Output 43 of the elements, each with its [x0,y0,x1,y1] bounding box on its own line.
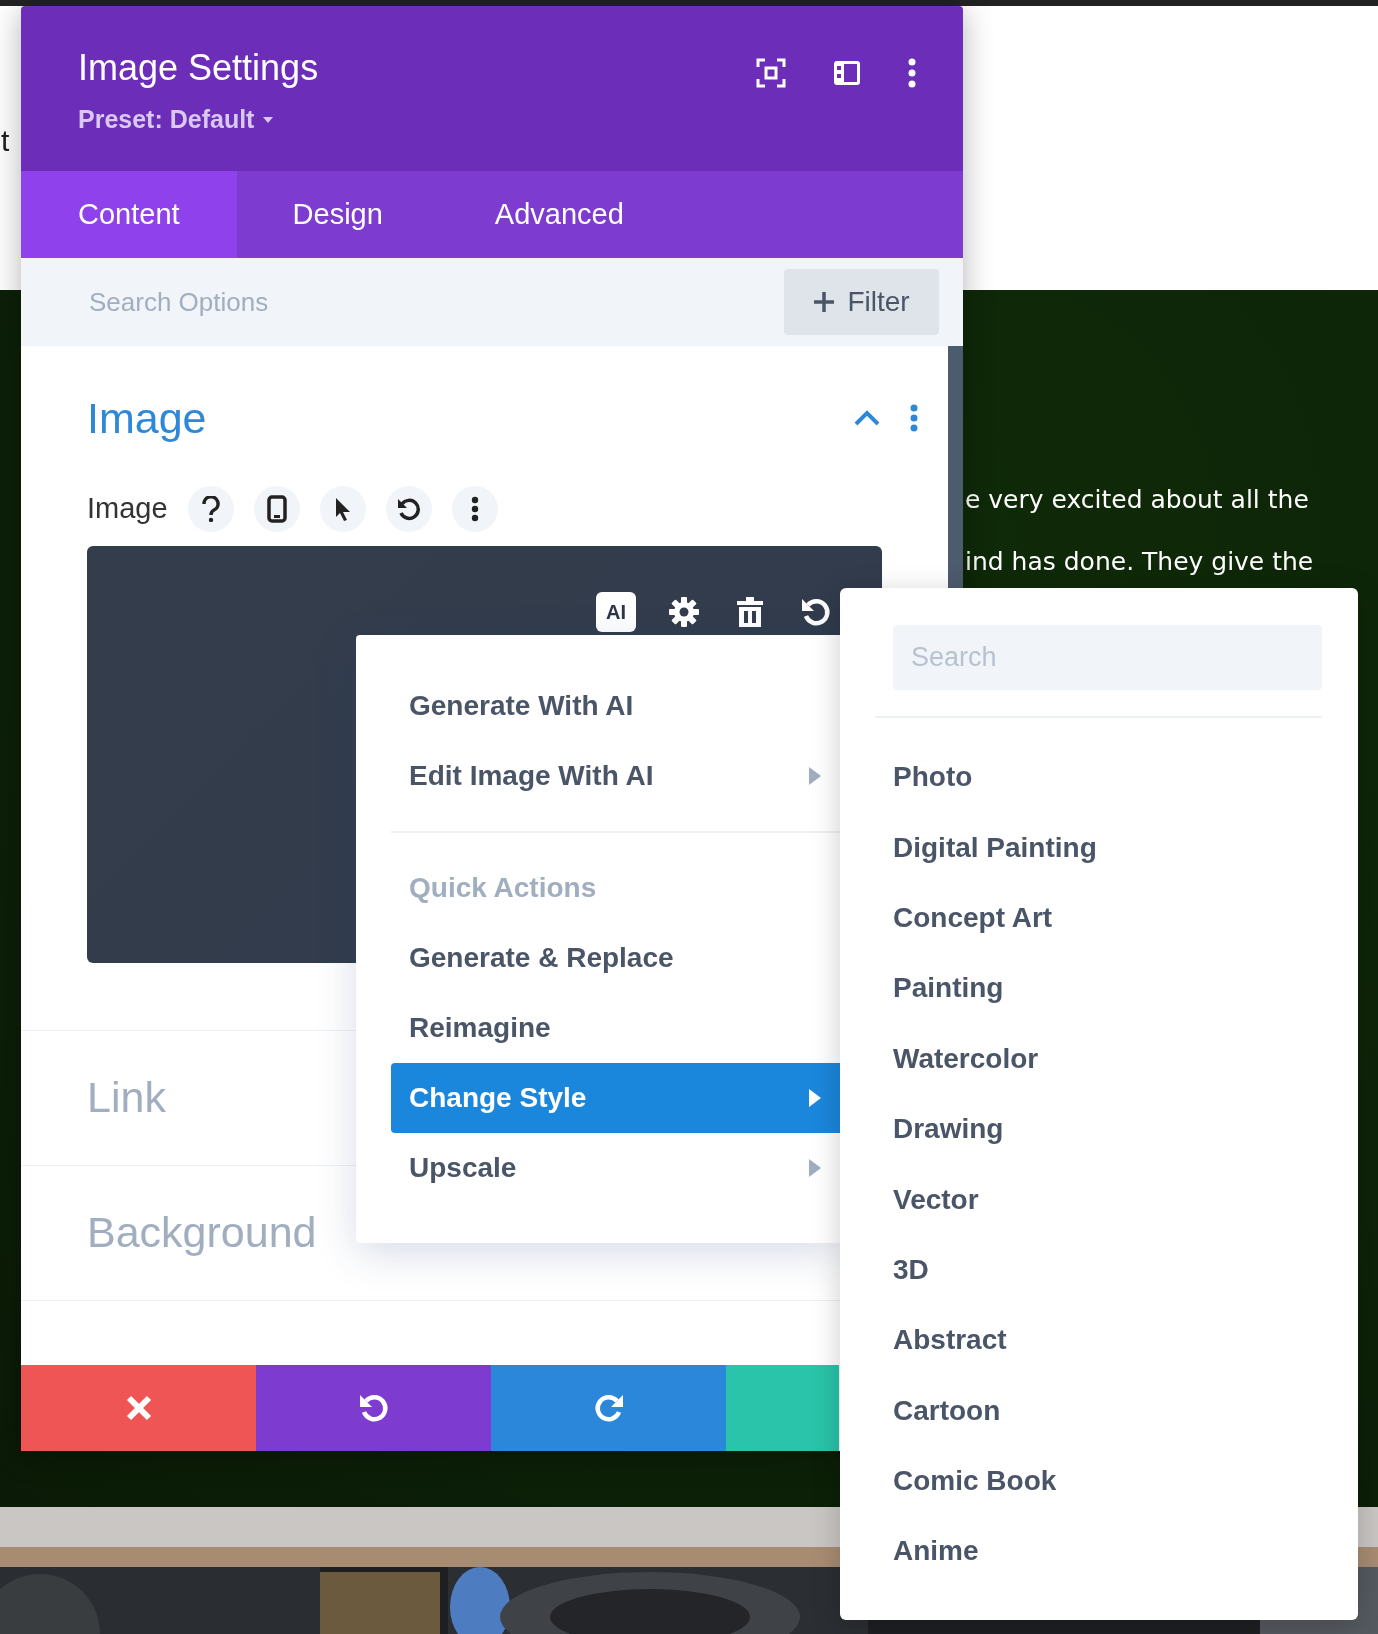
caret-icon [262,115,275,124]
field-label: Image [87,490,168,526]
menu-item[interactable]: 3D [893,1234,1322,1306]
preset-dropdown[interactable]: Preset: Default [78,101,319,139]
menu-item[interactable]: Vector [893,1164,1322,1235]
tab[interactable]: Design [236,171,439,258]
plus-icon [813,291,836,313]
menu-item[interactable]: Photo [893,742,1322,813]
menu-item[interactable]: Digital Painting [893,812,1322,883]
text-fragment: t [1,126,10,156]
ai-button[interactable]: AI [596,591,636,632]
menu-item[interactable]: Upscale [391,1133,840,1203]
menu-item[interactable]: Change Style [391,1063,840,1133]
menu-item[interactable]: Cartoon [893,1375,1322,1446]
tab[interactable]: Content [21,171,237,258]
search-field[interactable]: Search Options [87,281,487,323]
sidebar-layout-icon[interactable] [832,58,862,88]
menu-item[interactable]: Watercolor [893,1023,1322,1094]
menu-item[interactable]: Edit Image With AI [391,741,840,811]
menu-item[interactable]: Anime [893,1516,1322,1587]
menu-item[interactable]: Generate & Replace [391,923,840,993]
close-icon [124,1394,153,1422]
fullscreen-icon[interactable] [756,58,786,88]
menu-heading: Quick Actions [408,871,598,905]
menu-item[interactable]: Painting [893,953,1322,1024]
scrollbar[interactable] [948,346,963,588]
menu-item[interactable]: Drawing [893,1093,1322,1165]
search-field[interactable]: Search [893,625,1322,690]
undo-icon [357,1392,390,1424]
menu-item[interactable]: Generate With AI [391,671,840,741]
section-title: Image [87,393,207,444]
chevron-icon[interactable] [854,410,880,427]
filter-button[interactable]: Filter [784,269,939,335]
menu-item[interactable]: Concept Art [893,882,1322,954]
modal-title: Image Settings [78,46,319,90]
tab[interactable]: Advanced [438,171,680,258]
paragraph-line: e very excited about all the [965,484,1310,516]
menu-item[interactable]: Abstract [893,1305,1322,1376]
paragraph-line: ind has done. They give the [965,546,1315,578]
menu-item[interactable]: Comic Book [893,1445,1322,1517]
menu-item[interactable]: Reimagine [391,993,840,1063]
redo-icon [592,1392,625,1424]
more-icon[interactable] [908,58,916,88]
